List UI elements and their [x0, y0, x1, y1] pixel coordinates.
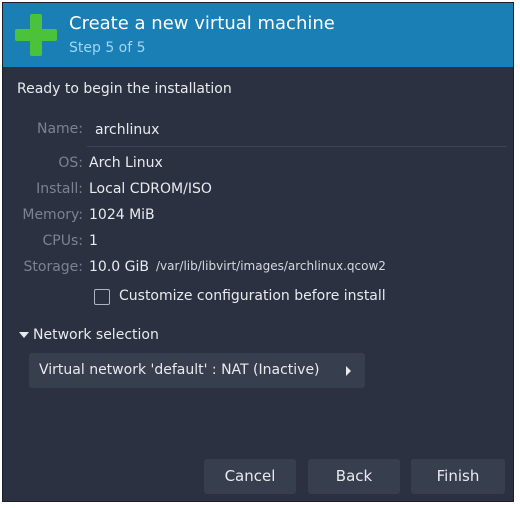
back-button[interactable]: Back	[308, 459, 400, 494]
dialog-header: Create a new virtual machine Step 5 of 5	[3, 3, 513, 67]
cpus-label: CPUs:	[42, 233, 83, 249]
create-vm-dialog: Create a new virtual machine Step 5 of 5…	[2, 2, 514, 502]
plus-icon	[15, 14, 57, 56]
os-value: Arch Linux	[89, 155, 163, 171]
dialog-title: Create a new virtual machine	[69, 13, 335, 34]
name-label: Name:	[36, 121, 83, 137]
os-label: OS:	[58, 155, 83, 171]
network-source-value: Virtual network 'default' : NAT (Inactiv…	[39, 362, 320, 378]
step-indicator: Step 5 of 5	[69, 40, 146, 56]
memory-label: Memory:	[22, 207, 83, 223]
summary-heading: Ready to begin the installation	[17, 81, 232, 97]
network-selection-expander[interactable]: Network selection	[19, 327, 159, 343]
customize-checkbox[interactable]	[94, 289, 110, 305]
storage-path: /var/lib/libvirt/images/archlinux.qcow2	[156, 259, 386, 273]
storage-label: Storage:	[23, 259, 84, 275]
expander-arrow-icon	[19, 332, 29, 338]
cpus-value: 1	[89, 233, 98, 249]
install-value: Local CDROM/ISO	[89, 181, 212, 197]
name-input[interactable]	[87, 113, 507, 147]
network-source-combo[interactable]: Virtual network 'default' : NAT (Inactiv…	[29, 353, 365, 388]
memory-value: 1024 MiB	[89, 207, 155, 223]
customize-checkbox-label[interactable]: Customize configuration before install	[119, 288, 386, 304]
finish-button[interactable]: Finish	[411, 459, 505, 494]
install-label: Install:	[36, 181, 83, 197]
storage-value: 10.0 GiB	[89, 259, 149, 275]
network-selection-label: Network selection	[33, 327, 159, 343]
cancel-button[interactable]: Cancel	[204, 459, 296, 494]
submenu-arrow-icon	[346, 366, 351, 376]
